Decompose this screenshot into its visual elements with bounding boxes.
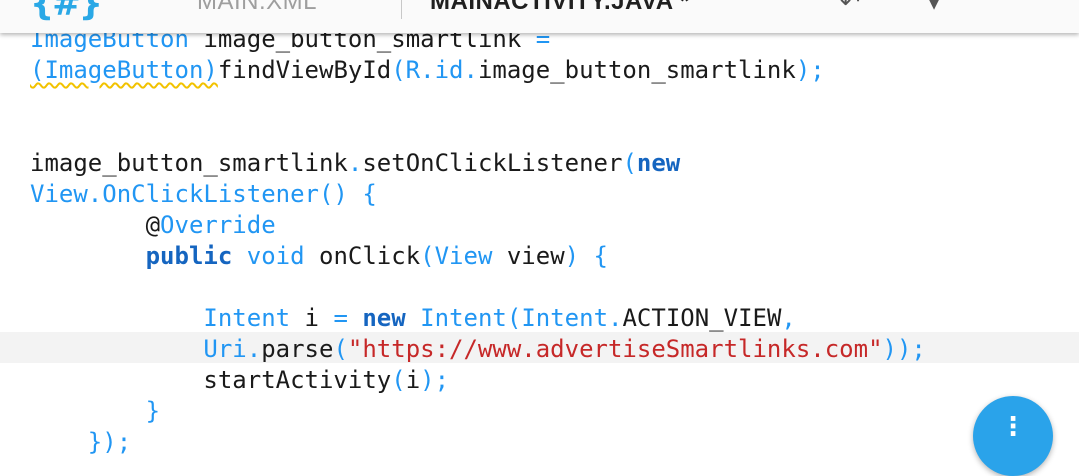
code-token: image_button_smartlink [30,149,348,177]
code-token: ) { [564,242,608,270]
code-line[interactable]: }); [30,427,131,458]
code-token: ( [333,335,348,363]
code-line[interactable]: (ImageButton)findViewById(R.id.image_but… [30,55,825,86]
code-token: new [362,304,406,332]
undo-icon[interactable]: ↶ [840,0,860,16]
code-token: i [290,304,334,332]
top-toolbar: {#} MAIN.XML MAINACTIVITY.JAVA * ↶ ▾ [0,0,1079,33]
code-token: )); [882,335,926,363]
code-line[interactable]: image_button_smartlink.setOnClickListene… [30,148,680,179]
code-editor[interactable]: ImageButton image_button_smartlink = (Ima… [0,0,1079,456]
code-token: (R.id. [391,56,478,84]
code-token: (View [420,242,493,270]
code-token: onClick [304,242,421,270]
code-token: ACTION_VIEW [622,304,782,332]
code-token: Intent(Intent. [420,304,623,332]
code-token: View.OnClickListener() { [30,180,377,208]
code-line[interactable]: @Override [30,210,276,241]
tab-divider [401,0,402,19]
code-token: findViewById [217,56,392,84]
floating-action-button[interactable]: ⋮ [973,396,1053,476]
tab-mainactivity-java[interactable]: MAINACTIVITY.JAVA * [430,0,690,16]
code-token: Uri. [203,335,262,363]
code-token: parse [261,335,334,363]
code-line[interactable]: Uri.parse("https://www.advertiseSmartlin… [30,334,926,365]
code-token: "https://www.advertiseSmartlinks.com" [347,335,883,363]
code-token: setOnClickListener [362,149,623,177]
app-logo-icon[interactable]: {#} [30,0,103,24]
code-token: , [781,304,796,332]
code-token: ( [622,149,637,177]
more-vert-icon: ⋮ [1000,412,1026,442]
code-token: i [405,366,421,394]
code-line[interactable]: Intent i = new Intent(Intent.ACTION_VIEW… [30,303,796,334]
code-token: image_button_smartlink [477,56,796,84]
code-line[interactable]: public void onClick(View view) { [30,241,608,272]
save-icon[interactable]: ▾ [928,0,940,16]
code-token: startActivity [203,366,392,394]
code-token: ( [391,366,406,394]
code-token: @ [145,211,161,239]
code-token: new [636,149,681,177]
code-line[interactable]: View.OnClickListener() { [30,179,377,210]
code-token: } [145,397,161,425]
code-line[interactable]: startActivity(i); [30,365,449,396]
code-token: public [145,242,233,270]
code-token: = [333,304,348,332]
code-token: ); [420,366,450,394]
code-token: }); [87,428,132,456]
code-token: Override [160,211,276,239]
code-token: Intent [203,304,291,332]
code-token: . [347,149,363,177]
tab-main-xml[interactable]: MAIN.XML [197,0,317,16]
code-token: view [492,242,565,270]
code-token: ); [795,56,825,84]
code-token-warning: (ImageButton) [30,56,218,84]
code-line[interactable]: } [30,396,160,427]
code-token: void [246,242,305,270]
